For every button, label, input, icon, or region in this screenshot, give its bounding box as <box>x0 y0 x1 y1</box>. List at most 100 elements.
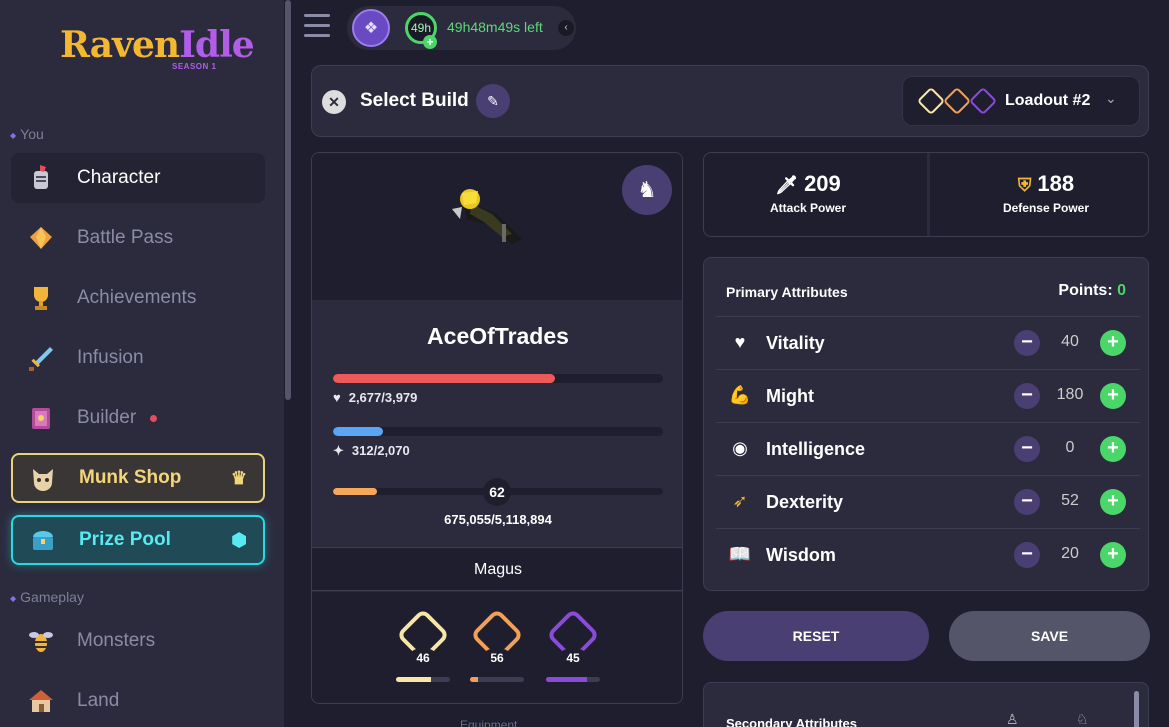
sidebar-item-character[interactable]: Character <box>11 153 265 203</box>
points-display: Points: 0 <box>1058 282 1126 299</box>
sparkle-icon: ✦ <box>333 443 344 458</box>
mana-bar <box>333 427 663 436</box>
character-sprite <box>452 189 522 244</box>
mana-text: ✦ 312/2,070 <box>333 443 410 458</box>
increment-button[interactable]: + <box>1100 383 1126 409</box>
flexed-arm-icon: 💪 <box>728 385 752 405</box>
hamburger-menu-icon[interactable] <box>304 14 330 40</box>
increment-button[interactable]: + <box>1100 489 1126 515</box>
chevron-down-icon: ⌄ <box>1105 90 1117 106</box>
sidebar-item-label: Achievements <box>77 287 197 308</box>
sidebar-item-infusion[interactable]: Infusion <box>11 333 265 383</box>
crown-icon: ♛ <box>230 467 247 488</box>
gem-icon <box>25 222 57 254</box>
loadout-class-icon-2 <box>942 86 972 116</box>
power-card: 🗡 209 Attack Power ⛨ 188 Defense Power <box>703 152 1149 237</box>
knight-helmet-icon <box>25 162 57 194</box>
skill-area: 46 56 45 <box>312 592 682 703</box>
sidebar-item-battle-pass[interactable]: Battle Pass <box>11 213 265 263</box>
attribute-row-wisdom: 📖 Wisdom − 20 + <box>716 528 1140 581</box>
sidebar-item-label: Infusion <box>77 347 144 368</box>
skill-level: 56 <box>483 649 511 667</box>
character-name: AceOfTrades <box>427 323 569 349</box>
build-title[interactable]: Select Build <box>360 90 469 112</box>
section-label-gameplay: ◆ Gameplay <box>10 589 84 605</box>
wing-icon: ➶ <box>732 491 748 511</box>
open-book-icon: 📖 <box>728 544 752 564</box>
class-name: Magus <box>312 547 682 591</box>
sidebar-item-achievements[interactable]: Achievements <box>11 273 265 323</box>
skill-level: 46 <box>409 649 437 667</box>
sidebar-item-label: Monsters <box>77 630 156 651</box>
timer-text: 49h48m49s left <box>447 19 543 35</box>
decrement-button[interactable]: − <box>1014 330 1040 356</box>
sidebar-item-label: Munk Shop <box>79 467 182 488</box>
attribute-row-dexterity: ➶ Dexterity − 52 + <box>716 475 1140 528</box>
collapse-chevron-icon[interactable]: ‹ <box>558 20 574 36</box>
sidebar-item-prize-pool[interactable]: Prize Pool ⬢ <box>11 515 265 565</box>
heart-icon: ♥ <box>734 332 746 352</box>
build-close-icon[interactable]: ✕ <box>322 90 346 114</box>
trophy-icon <box>25 282 57 314</box>
decrement-button[interactable]: − <box>1014 489 1040 515</box>
sidebar-item-label: Land <box>77 690 120 711</box>
scrollbar[interactable] <box>1134 691 1139 727</box>
attributes-title: Primary Attributes <box>726 284 848 300</box>
hp-bar <box>333 374 663 383</box>
defense-power: ⛨ 188 Defense Power <box>1002 171 1090 215</box>
increment-button[interactable]: + <box>1100 542 1126 568</box>
sidebar-item-label: Builder <box>77 407 137 428</box>
skill-slot[interactable]: 56 <box>468 608 524 682</box>
hexagon-gem-icon: ⬢ <box>231 529 247 550</box>
sidebar-item-label: Character <box>77 167 161 188</box>
sidebar-item-monsters[interactable]: Monsters <box>11 616 265 666</box>
dagger-icon: 🗡 <box>775 175 799 195</box>
reset-button[interactable]: RESET <box>703 611 929 661</box>
skill-level: 45 <box>559 649 587 667</box>
increment-button[interactable]: + <box>1100 330 1126 356</box>
save-button[interactable]: SAVE <box>949 611 1150 661</box>
logo-season-text: SEASON 1 <box>172 62 217 71</box>
sidebar-item-land[interactable]: Land <box>11 676 265 726</box>
sidebar: RavenIdle SEASON 1 ◆ You Character Battle… <box>0 0 284 727</box>
hp-text: ♥ 2,677/3,979 <box>333 390 418 405</box>
skill-slot[interactable]: 46 <box>394 608 450 682</box>
secondary-attributes-card: Secondary Attributes ♙ ♘ <box>703 682 1149 727</box>
logo-idle-text: Idle <box>179 24 255 66</box>
raven-idle-logo[interactable]: RavenIdle SEASON 1 <box>60 18 255 78</box>
notification-dot <box>150 414 158 422</box>
loadout-dropdown[interactable]: Loadout #2 ⌄ <box>902 76 1140 126</box>
primary-attributes-card: Primary Attributes Points: 0 ♥ Vitality … <box>703 257 1149 591</box>
season-emblem-icon: ❖ <box>352 9 390 47</box>
attribute-row-might: 💪 Might − 180 + <box>716 369 1140 422</box>
shield-icon: ⛨ <box>1017 175 1032 195</box>
increment-button[interactable]: + <box>1100 436 1126 462</box>
section-label-you: ◆ You <box>10 126 44 142</box>
decrement-button[interactable]: − <box>1014 383 1040 409</box>
wasp-icon <box>25 625 57 657</box>
sidebar-scrollbar[interactable] <box>285 0 291 400</box>
class-badge-icon[interactable]: ♞ <box>622 165 672 215</box>
equipment-label: Equipment <box>460 718 518 727</box>
season-timer-pill[interactable]: ❖ 49h + 49h48m49s left ‹ <box>347 6 576 50</box>
decrement-button[interactable]: − <box>1014 542 1040 568</box>
logo-raven-text: Raven <box>60 24 180 66</box>
attribute-row-vitality: ♥ Vitality − 40 + <box>716 316 1140 369</box>
edit-pencil-icon[interactable]: ✎ <box>476 84 510 118</box>
build-header: ✕ Select Build ✎ Loadout #2 ⌄ <box>311 65 1149 137</box>
sidebar-item-munk-shop[interactable]: Munk Shop ♛ <box>11 453 265 503</box>
spellbook-icon <box>25 402 57 434</box>
figure-sword-icon: ♘ <box>1076 711 1089 727</box>
loadout-label: Loadout #2 <box>1005 92 1091 109</box>
cat-icon <box>27 462 59 494</box>
sidebar-item-builder[interactable]: Builder <box>11 393 265 443</box>
character-portrait-area: ♞ <box>312 153 682 300</box>
decrement-button[interactable]: − <box>1014 436 1040 462</box>
sidebar-item-label: Battle Pass <box>77 227 174 248</box>
plus-icon[interactable]: + <box>423 35 437 49</box>
house-icon <box>25 685 57 717</box>
treasure-icon <box>27 524 59 556</box>
attack-power: 🗡 209 Attack Power <box>769 171 847 215</box>
level-badge: 62 <box>483 478 511 506</box>
skill-slot[interactable]: 45 <box>544 608 600 682</box>
